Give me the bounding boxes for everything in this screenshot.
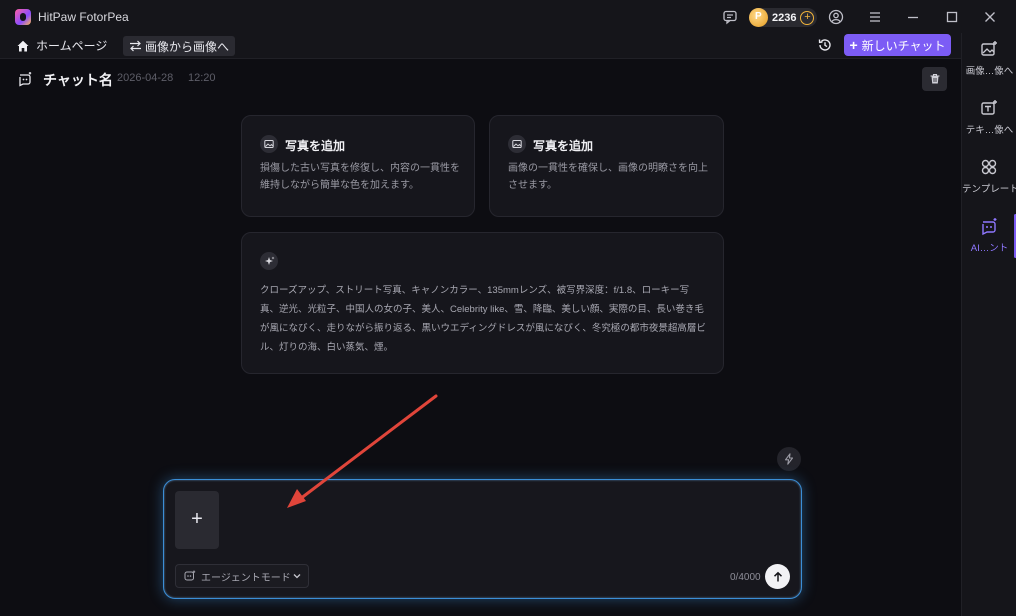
chat-main: チャット名 2026-04-28 12:20 写真を追加 損傷した古い写真を修復… [0, 60, 961, 616]
card-title: 写真を追加 [285, 139, 346, 153]
account-icon[interactable] [828, 9, 844, 25]
card-title: 写真を追加 [533, 139, 594, 153]
text-image-icon [981, 100, 997, 115]
mode-label: 画像から画像へ [145, 39, 230, 54]
app-logo-icon [15, 9, 31, 25]
coin-icon [749, 8, 768, 27]
image-icon [260, 135, 278, 153]
suggestion-card-restore[interactable]: 写真を追加 損傷した古い写真を修復し、内容の一貫性を 維持しながら簡単な色を加え… [241, 115, 475, 217]
chat-time: 12:20 [188, 72, 216, 84]
card-description: 損傷した古い写真を修復し、内容の一貫性を 維持しながら簡単な色を加えます。 [260, 163, 460, 191]
prompt-composer[interactable]: + エージェントモード 0/4000 [163, 479, 802, 599]
menu-icon[interactable] [867, 9, 883, 25]
image-icon [508, 135, 526, 153]
delete-chat-button[interactable] [922, 67, 947, 91]
agent-mode-select[interactable]: エージェントモード [175, 564, 309, 588]
toolbar: ホームページ 画像から画像へ + 新しいチャット [0, 33, 961, 59]
agent-mode-icon [184, 570, 196, 581]
chat-icon [19, 72, 32, 87]
chat-date: 2026-04-28 [117, 72, 174, 84]
arrow-up-icon [773, 571, 782, 581]
bolt-icon [784, 453, 794, 465]
minimize-icon[interactable] [905, 9, 921, 25]
templates-icon [981, 159, 997, 175]
coin-balance[interactable]: 2236 + [749, 8, 817, 27]
agent-mode-label: エージェントモード [201, 572, 291, 584]
card-description: 画像の一貫性を確保し、画像の明瞭さを向上 させます。 [508, 163, 708, 191]
feedback-icon[interactable] [722, 9, 738, 25]
sidebar-item-label: テキ…像へ [965, 125, 1014, 136]
add-coins-icon[interactable]: + [800, 10, 815, 25]
home-icon [17, 40, 29, 51]
close-icon[interactable] [982, 9, 998, 25]
chat-header: チャット名 2026-04-28 12:20 [0, 60, 961, 97]
right-sidebar: 画像…像へ テキ…像へ テンプレート AI…ント [961, 33, 1016, 616]
chevron-down-icon [293, 574, 301, 579]
ai-agent-icon [982, 218, 997, 236]
upload-image-button[interactable]: + [175, 491, 219, 549]
image-add-icon [981, 41, 997, 56]
sidebar-item-label: 画像…像へ [965, 66, 1014, 77]
sidebar-item-image-to-image[interactable]: 画像…像へ [962, 33, 1016, 85]
character-count: 0/4000 [730, 572, 761, 583]
sidebar-item-text-to-image[interactable]: テキ…像へ [962, 92, 1016, 144]
plus-icon: + [849, 37, 858, 53]
home-button[interactable]: ホームページ [16, 37, 107, 54]
coin-count: 2236 [772, 11, 797, 24]
suggestion-card-consistency[interactable]: 写真を追加 画像の一貫性を確保し、画像の明瞭さを向上 させます。 [489, 115, 724, 217]
home-label: ホームページ [36, 39, 108, 53]
sidebar-item-label: AI…ント [970, 243, 1009, 254]
new-chat-label: 新しいチャット [861, 38, 946, 53]
title-bar: HitPaw FotorPea 2236 + [0, 0, 1016, 33]
mode-switch-button[interactable]: 画像から画像へ [123, 36, 236, 56]
quick-action-button[interactable] [777, 447, 801, 471]
trash-icon [930, 73, 939, 84]
sidebar-item-label: テンプレート [962, 184, 1016, 195]
app-title: HitPaw FotorPea [38, 10, 129, 24]
maximize-icon[interactable] [944, 9, 960, 25]
sparkle-icon [260, 252, 278, 270]
chat-name[interactable]: チャット名 [43, 70, 113, 90]
swap-icon [130, 40, 141, 52]
send-button[interactable] [765, 564, 790, 589]
prompt-suggestion-card[interactable]: クローズアップ、ストリート写真、キャノンカラー、135mmレンズ、被写界深度：f… [241, 232, 724, 374]
prompt-text: クローズアップ、ストリート写真、キャノンカラー、135mmレンズ、被写界深度：f… [260, 285, 706, 353]
history-icon[interactable] [817, 37, 833, 53]
sidebar-item-ai-agent[interactable]: AI…ント [962, 210, 1016, 262]
new-chat-button[interactable]: + 新しいチャット [844, 34, 951, 56]
sidebar-item-templates[interactable]: テンプレート [962, 151, 1016, 203]
